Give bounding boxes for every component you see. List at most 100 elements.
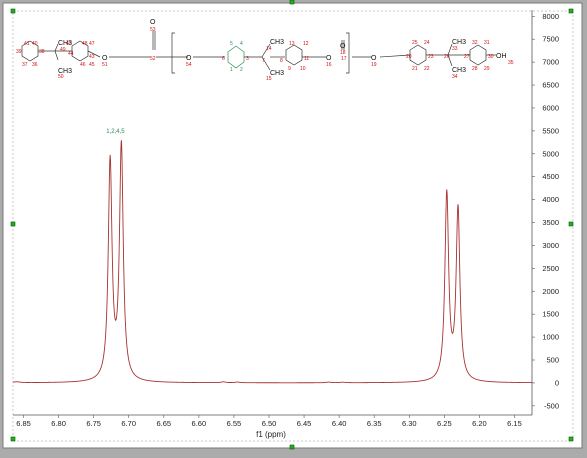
- oxygen-label-1: O: [102, 55, 108, 62]
- x-tick-label: 6.30: [402, 419, 417, 428]
- atom-number: 47: [89, 41, 95, 47]
- x-axis-label: f1 (ppm): [256, 430, 286, 439]
- atom-number: 31: [484, 40, 490, 46]
- spectrum-window: CH3 CH3 O O O O O O CH3 CH3 CH3 CH3 OH 4…: [0, 0, 587, 453]
- resize-handle-br[interactable]: [568, 436, 574, 442]
- oxygen-label-2: O: [150, 19, 156, 26]
- atom-number: 48: [82, 41, 88, 47]
- peak-annotation-label: 1,2,4,5: [106, 129, 125, 135]
- y-tick-label: 2000: [542, 287, 559, 296]
- atom-number: 39: [16, 49, 22, 55]
- x-tick-label: 6.75: [86, 419, 101, 428]
- atom-number: 18: [340, 50, 346, 56]
- resize-handle-bl[interactable]: [10, 436, 16, 442]
- atom-number: 53: [150, 27, 156, 33]
- oxygen-label-6: O: [371, 55, 377, 62]
- nmr-spectrum-chart: CH3 CH3 O O O O O O CH3 CH3 CH3 CH3 OH 4…: [0, 0, 587, 453]
- x-tick-label: 6.35: [367, 419, 382, 428]
- y-tick-label: 7000: [542, 58, 559, 67]
- atom-number: 45: [89, 62, 95, 68]
- oxygen-label-5: O: [340, 43, 346, 50]
- x-tick-label: 6.20: [472, 419, 487, 428]
- atom-number: 50: [58, 74, 64, 80]
- y-tick-label: 7500: [542, 35, 559, 44]
- atom-number: 7: [262, 58, 265, 64]
- atom-number: 30: [488, 54, 494, 60]
- atom-number: 1: [230, 67, 233, 73]
- atom-number: 36: [32, 62, 38, 68]
- atom-number: 5: [230, 41, 233, 47]
- x-tick-label: 6.55: [227, 419, 242, 428]
- y-tick-label: 5000: [542, 149, 559, 158]
- y-tick-label: 3500: [542, 218, 559, 227]
- y-tick-label: 0: [555, 378, 559, 387]
- y-tick-label: 500: [546, 356, 559, 365]
- atom-number: 12: [303, 41, 309, 47]
- x-tick-label: 6.60: [192, 419, 207, 428]
- atom-number: 13: [289, 41, 295, 47]
- atom-number: 32: [472, 40, 478, 46]
- atom-number: 22: [424, 66, 430, 72]
- atom-number: 23: [428, 54, 434, 60]
- atom-number: 44: [68, 51, 74, 57]
- hydroxyl-label: OH: [496, 53, 507, 60]
- y-tick-label: 8000: [542, 12, 559, 21]
- atom-number: 20: [406, 54, 412, 60]
- atom-number: 10: [300, 66, 306, 72]
- atom-number: 49: [60, 47, 66, 53]
- atom-number: 33: [452, 46, 458, 52]
- y-tick-label: 4500: [542, 172, 559, 181]
- y-tick-label: 2500: [542, 264, 559, 273]
- oxygen-label-4: O: [326, 55, 332, 62]
- methyl-label-5: CH3: [452, 39, 466, 46]
- x-tick-label: 6.15: [507, 419, 522, 428]
- atom-number: 24: [424, 40, 430, 46]
- x-tick-label: 6.40: [332, 419, 347, 428]
- y-tick-label: 4000: [542, 195, 559, 204]
- atom-number: 43: [89, 54, 95, 60]
- resize-handle-right[interactable]: [568, 221, 574, 227]
- peak-annotations: 1,2,4,5: [106, 129, 125, 135]
- x-tick-label: 6.65: [156, 419, 171, 428]
- x-tick-label: 6.50: [262, 419, 277, 428]
- atom-number: 17: [341, 56, 347, 62]
- atom-number: 35: [508, 60, 514, 66]
- resize-handle-left[interactable]: [10, 221, 16, 227]
- atom-number: 42: [66, 41, 72, 47]
- atom-number: 41: [24, 41, 30, 47]
- atom-number: 15: [266, 76, 272, 82]
- y-tick-label: -500: [544, 401, 559, 410]
- resize-handle-tr[interactable]: [568, 8, 574, 14]
- atom-number: 19: [371, 62, 377, 68]
- atom-number: 21: [412, 66, 418, 72]
- y-tick-label: 1500: [542, 310, 559, 319]
- atom-number: 46: [80, 62, 86, 68]
- atom-number: 9: [288, 66, 291, 72]
- atom-number: 54: [186, 62, 192, 68]
- x-tick-label: 6.70: [121, 419, 136, 428]
- atom-number: 27: [464, 54, 470, 60]
- resize-handle-bottom[interactable]: [289, 444, 295, 450]
- methyl-label-4: CH3: [270, 70, 284, 77]
- oxygen-label-3: O: [186, 55, 192, 62]
- resize-handle-top[interactable]: [289, 0, 295, 5]
- y-tick-label: 6000: [542, 103, 559, 112]
- resize-handle-tl[interactable]: [10, 8, 16, 14]
- plot-canvas: [2, 2, 583, 449]
- atom-number: 14: [266, 46, 272, 52]
- y-tick-label: 1000: [542, 333, 559, 342]
- atom-number: 3: [246, 56, 249, 62]
- x-tick-label: 6.25: [437, 419, 452, 428]
- y-tick-label: 3000: [542, 241, 559, 250]
- atom-number: 51: [102, 62, 108, 68]
- atom-number: 4: [240, 41, 243, 47]
- methyl-label-6: CH3: [452, 67, 466, 74]
- atom-number: 2: [240, 67, 243, 73]
- atom-number: 8: [280, 58, 283, 64]
- y-tick-label: 5500: [542, 126, 559, 135]
- x-tick-label: 6.85: [16, 419, 31, 428]
- atom-number: 37: [22, 62, 28, 68]
- atom-number: 11: [304, 56, 309, 62]
- x-tick-label: 6.80: [51, 419, 66, 428]
- atom-number: 40: [32, 41, 38, 47]
